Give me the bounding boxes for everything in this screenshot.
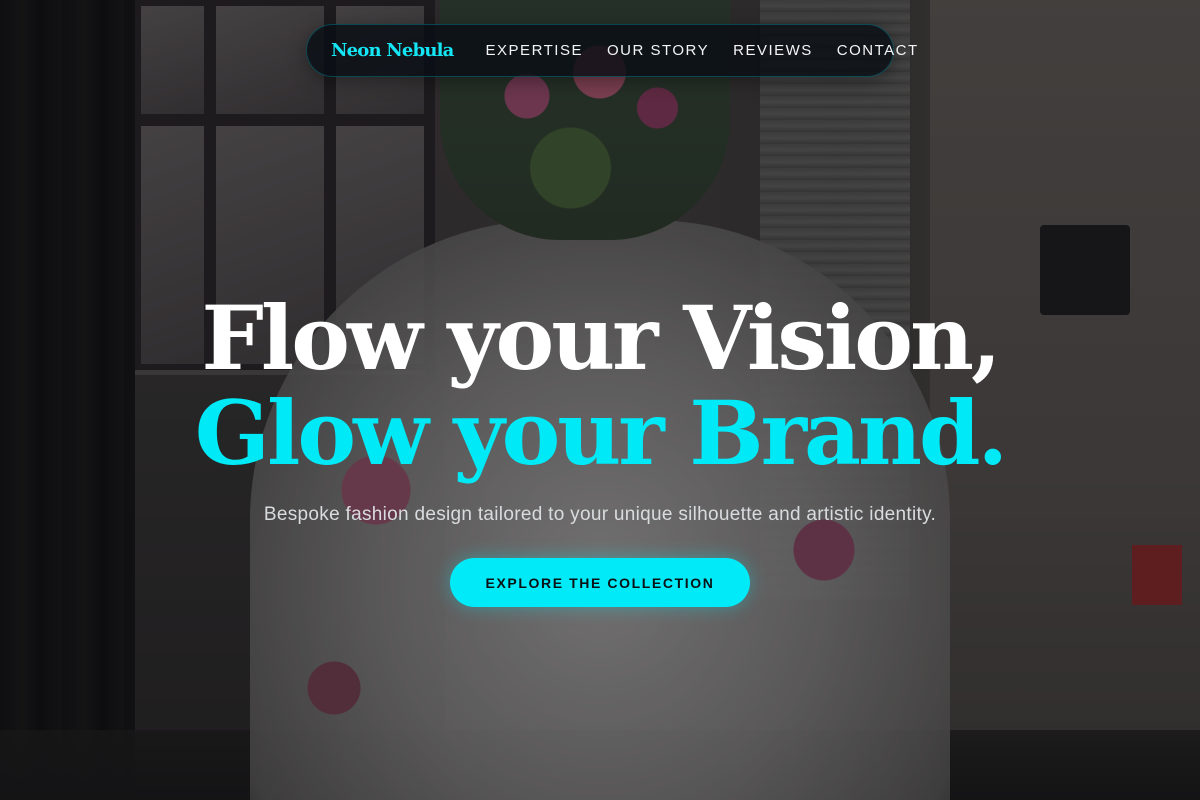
nav-link-contact[interactable]: CONTACT [837,42,919,59]
hero-headline-line2: Glow your Brand. [194,381,1008,485]
brand-logo[interactable]: Neon Nebula [331,40,454,61]
nav-link-our-story[interactable]: OUR STORY [607,42,709,59]
nav-link-reviews[interactable]: REVIEWS [733,42,813,59]
navbar: Neon Nebula EXPERTISE OUR STORY REVIEWS … [306,24,917,77]
hero-subtitle: Bespoke fashion design tailored to your … [263,504,937,525]
hero-section: Neon Nebula EXPERTISE OUR STORY REVIEWS … [0,0,1200,800]
hero-headline-line1: Flow your Vision, [201,286,1001,390]
nav-links: EXPERTISE OUR STORY REVIEWS CONTACT [486,42,919,59]
explore-collection-button[interactable]: EXPLORE THE COLLECTION [450,558,750,607]
nav-link-expertise[interactable]: EXPERTISE [486,42,583,59]
